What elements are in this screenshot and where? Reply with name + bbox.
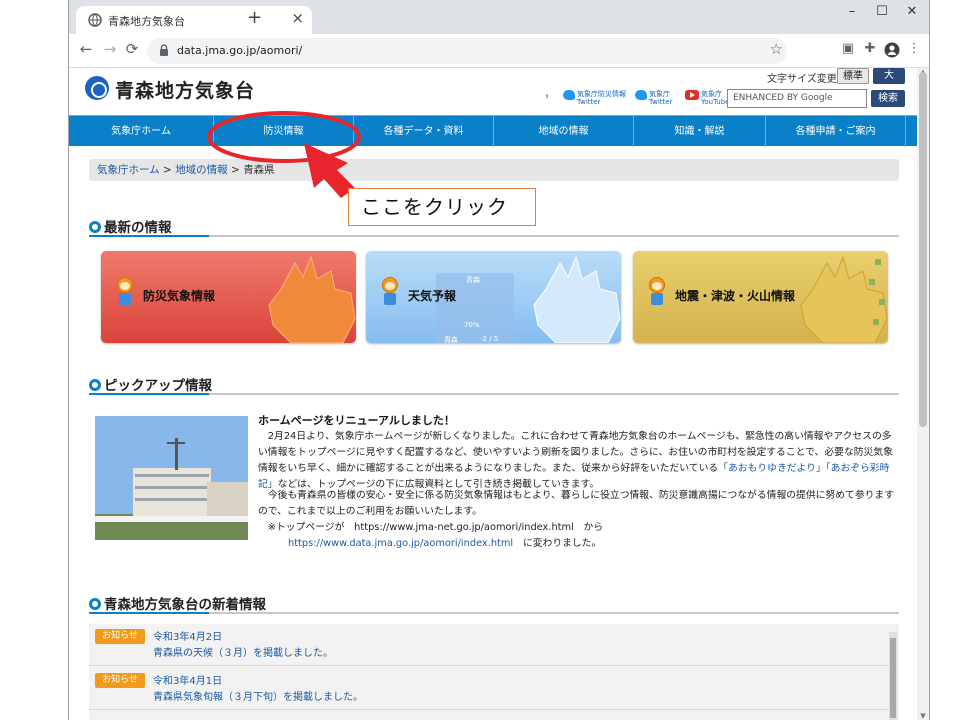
highlight-ellipse <box>207 111 361 163</box>
annotation-layer <box>207 111 361 198</box>
click-here-callout: ここをクリック <box>348 188 536 226</box>
